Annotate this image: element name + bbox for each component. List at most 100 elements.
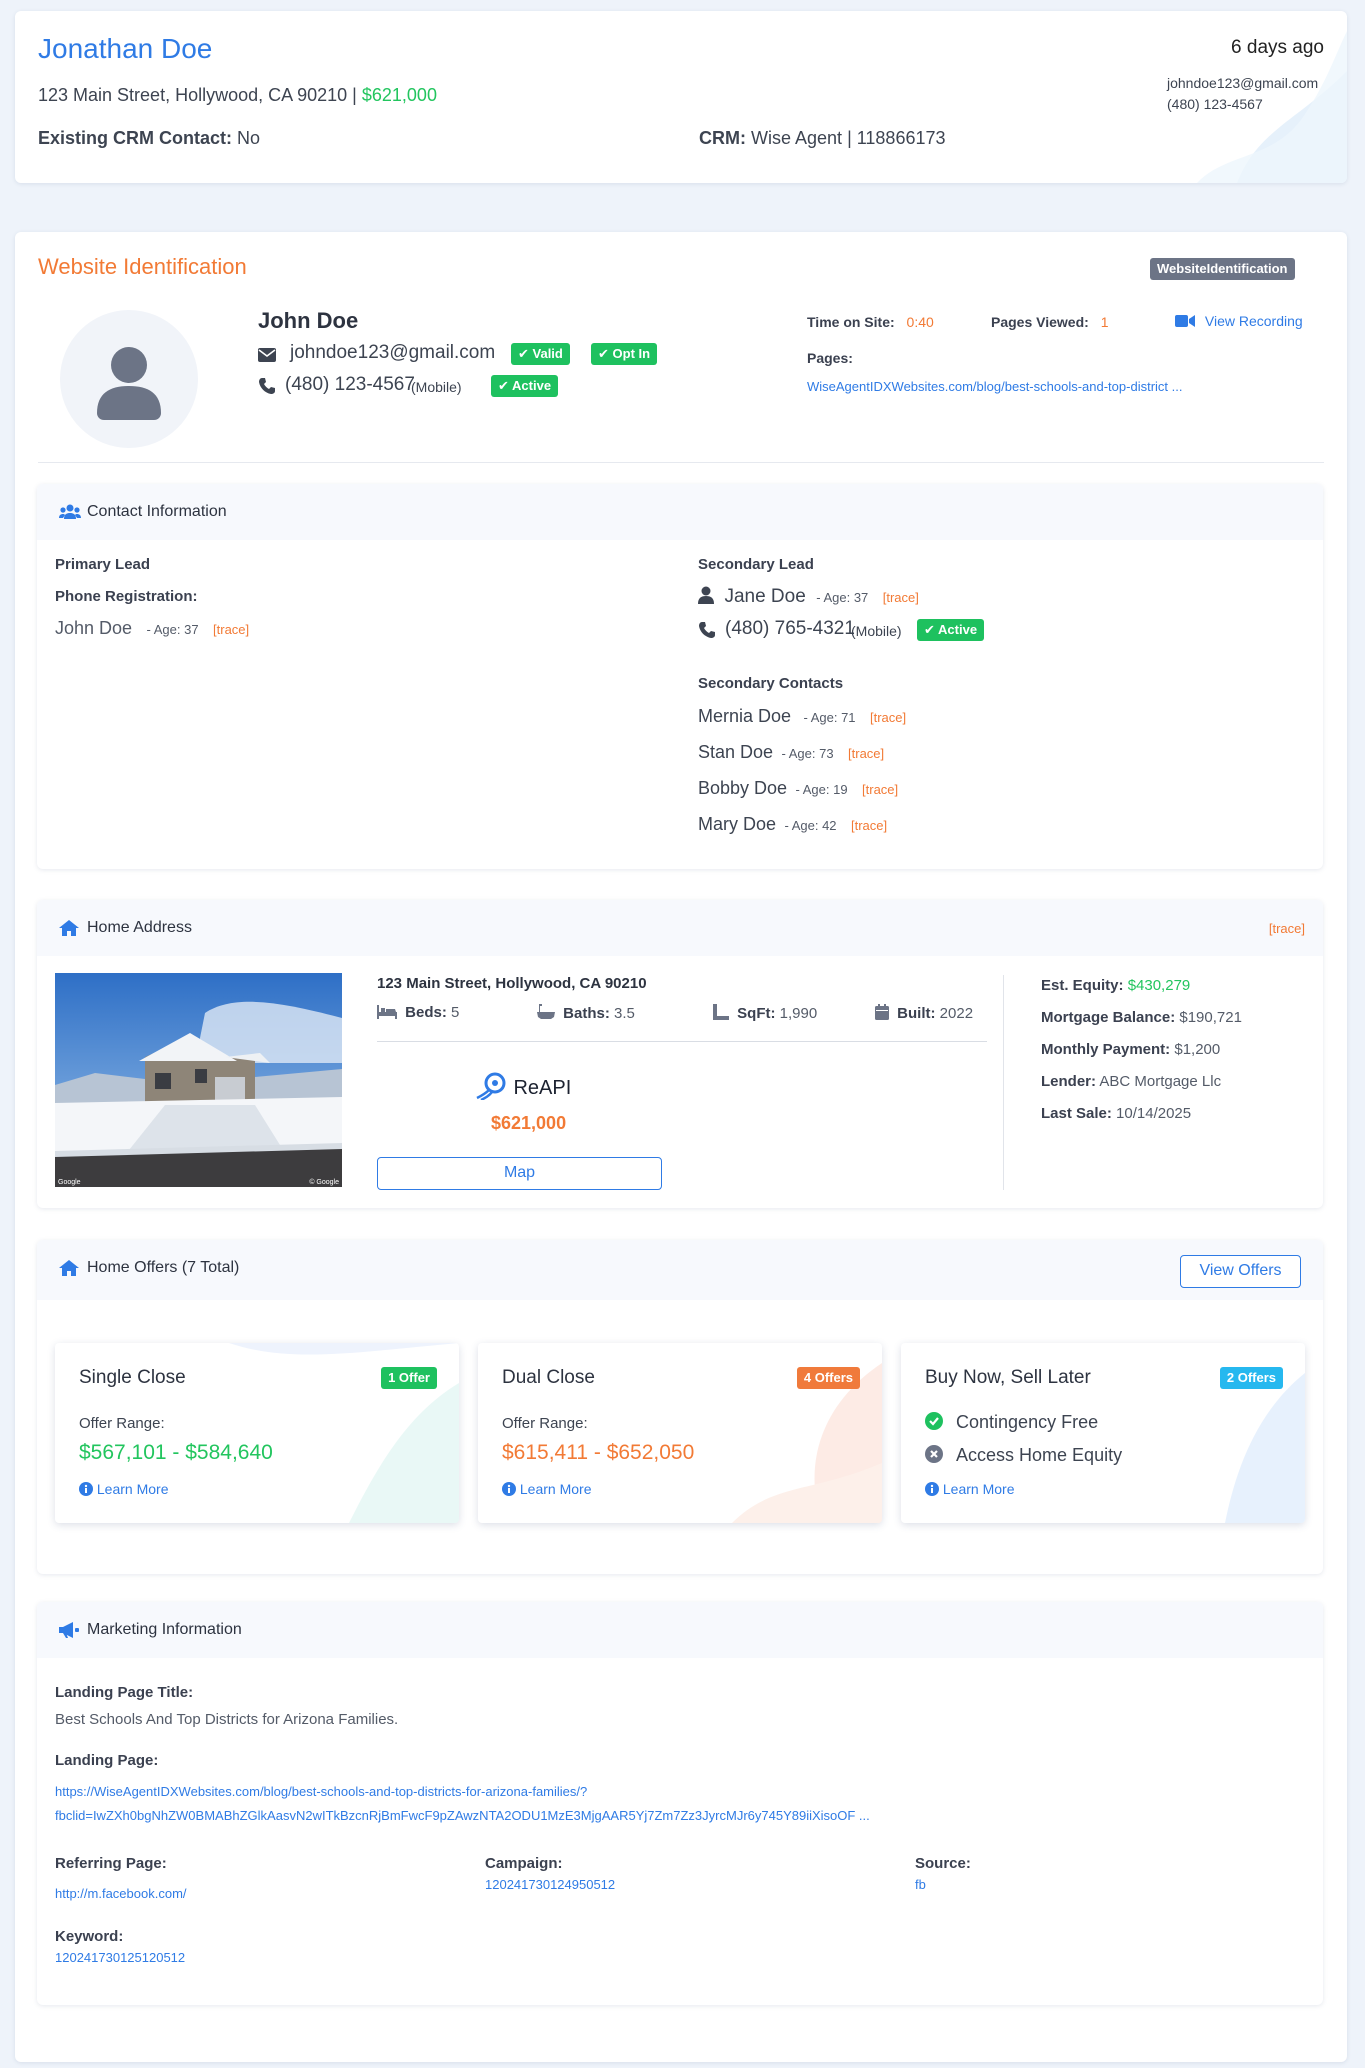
secondary-phone-type: (Mobile) bbox=[851, 623, 902, 639]
existing-crm-label: Existing CRM Contact: bbox=[38, 128, 233, 148]
trace-link[interactable]: [trace] bbox=[862, 782, 898, 797]
view-recording-link[interactable]: View Recording bbox=[1175, 313, 1303, 329]
info-icon bbox=[502, 1482, 516, 1496]
landing-page-label: Landing Page: bbox=[55, 1752, 159, 1769]
landing-page-title-label: Landing Page Title: bbox=[55, 1684, 194, 1701]
home-offers-header: Home Offers (7 Total) View Offers bbox=[37, 1240, 1323, 1300]
trace-link[interactable]: [trace] bbox=[848, 746, 884, 761]
phone-icon bbox=[699, 622, 715, 638]
learn-more-link[interactable]: Learn More bbox=[502, 1481, 591, 1497]
lead-name[interactable]: Jonathan Doe bbox=[38, 33, 212, 65]
secondary-contact-item: Mary Doe - Age: 42 [trace] bbox=[698, 814, 888, 834]
primary-lead-age: - Age: 37 bbox=[146, 622, 199, 637]
landing-page-url[interactable]: https://WiseAgentIDXWebsites.com/blog/be… bbox=[55, 1784, 587, 1799]
website-identification-title: Website Identification bbox=[38, 254, 247, 279]
marketing-information-header: Marketing Information bbox=[37, 1602, 1323, 1658]
monthly-payment: Monthly Payment: $1,200 bbox=[1041, 1041, 1221, 1058]
secondary-contact-item: Mernia Doe - Age: 71 [trace] bbox=[698, 706, 907, 726]
main-card: Website Identification WebsiteIdentifica… bbox=[15, 232, 1347, 2062]
secondary-phone[interactable]: (480) 765-4321 bbox=[725, 618, 855, 640]
divider bbox=[38, 462, 1324, 463]
feature-contingency-free: Contingency Free bbox=[925, 1412, 1098, 1433]
offer-card-single-close: Single Close 1 Offer Offer Range: $567,1… bbox=[55, 1343, 459, 1523]
contact-information-header: Contact Information bbox=[37, 484, 1323, 540]
street-view-photo[interactable]: Google © Google bbox=[55, 973, 342, 1187]
view-offers-button[interactable]: View Offers bbox=[1180, 1255, 1301, 1288]
identified-email-row: johndoe123@gmail.com ✔ Valid ✔ Opt In bbox=[258, 342, 758, 366]
user-silhouette-icon bbox=[97, 347, 161, 420]
source-value[interactable]: fb bbox=[915, 1877, 926, 1892]
opt-in-badge: ✔ Opt In bbox=[591, 343, 658, 365]
built-stat: Built: 2022 bbox=[875, 1004, 973, 1022]
map-button[interactable]: Map bbox=[377, 1157, 662, 1190]
offer-count-badge: 2 Offers bbox=[1219, 1367, 1283, 1389]
offer-count-badge: 1 Offer bbox=[381, 1367, 437, 1389]
pages-viewed: Pages Viewed: 1 bbox=[991, 314, 1109, 330]
lead-address: 123 Main Street, Hollywood, CA 90210 | bbox=[38, 85, 357, 105]
vertical-divider bbox=[1003, 975, 1004, 1190]
offer-range-label: Offer Range: bbox=[502, 1415, 588, 1432]
beds-stat: Beds: 5 bbox=[377, 1004, 459, 1021]
ruler-icon bbox=[713, 1004, 729, 1020]
bath-icon bbox=[537, 1004, 555, 1019]
primary-lead-row: John Doe - Age: 37 [trace] bbox=[55, 618, 249, 639]
trace-link[interactable]: [trace] bbox=[851, 818, 887, 833]
secondary-contact-item: Bobby Doe - Age: 19 [trace] bbox=[698, 778, 899, 798]
lead-price: $621,000 bbox=[361, 85, 437, 105]
trace-link[interactable]: [trace] bbox=[870, 710, 906, 725]
home-address-title: Home Address bbox=[87, 919, 192, 936]
est-equity: Est. Equity: $430,279 bbox=[1041, 977, 1191, 994]
secondary-trace-link[interactable]: [trace] bbox=[883, 590, 919, 605]
bed-icon bbox=[377, 1005, 397, 1019]
crm-value: Wise Agent | 118866173 bbox=[751, 128, 946, 148]
megaphone-icon bbox=[59, 1622, 79, 1638]
identified-person-name: John Doe bbox=[258, 308, 359, 333]
offer-card-title: Single Close bbox=[79, 1367, 186, 1388]
video-camera-icon bbox=[1175, 315, 1195, 327]
secondary-lead-row: Jane Doe - Age: 37 [trace] bbox=[698, 586, 919, 608]
secondary-lead-name: Jane Doe bbox=[724, 586, 806, 607]
home-icon bbox=[59, 920, 79, 936]
mortgage-balance: Mortgage Balance: $190,721 bbox=[1041, 1009, 1242, 1026]
offer-card-title: Dual Close bbox=[502, 1367, 595, 1388]
header-email[interactable]: johndoe123@gmail.com bbox=[1167, 75, 1318, 91]
avatar bbox=[60, 310, 198, 448]
pages-label: Pages: bbox=[807, 350, 853, 366]
secondary-contacts-label: Secondary Contacts bbox=[698, 675, 844, 692]
identified-email[interactable]: johndoe123@gmail.com bbox=[290, 342, 495, 364]
identified-phone-type: (Mobile) bbox=[411, 379, 462, 395]
secondary-lead-label: Secondary Lead bbox=[698, 556, 814, 573]
identified-phone[interactable]: (480) 123-4567 bbox=[285, 374, 415, 396]
phone-registration-label: Phone Registration: bbox=[55, 588, 198, 605]
primary-trace-link[interactable]: [trace] bbox=[213, 622, 249, 637]
check-circle-icon bbox=[925, 1412, 943, 1430]
offer-card-dual-close: Dual Close 4 Offers Offer Range: $615,41… bbox=[478, 1343, 882, 1523]
secondary-phone-row: (480) 765-4321 (Mobile) ✔ Active bbox=[698, 618, 1198, 644]
landing-page-url-continued[interactable]: fbclid=IwZXh0bgNhZW0BMABhZGlkAasvN2wITkB… bbox=[55, 1808, 870, 1823]
reapi-logo-icon bbox=[476, 1072, 506, 1102]
envelope-icon bbox=[258, 348, 276, 362]
time-ago: 6 days ago bbox=[1231, 37, 1324, 58]
existing-crm-value: No bbox=[237, 128, 261, 148]
calendar-icon bbox=[875, 1004, 889, 1020]
home-trace-link[interactable]: [trace] bbox=[1269, 921, 1305, 936]
offer-card-buy-now-sell-later: Buy Now, Sell Later 2 Offers Contingency… bbox=[901, 1343, 1305, 1523]
offer-range: $615,411 - $652,050 bbox=[502, 1441, 695, 1464]
house-photo bbox=[55, 973, 342, 1187]
page-url-link[interactable]: WiseAgentIDXWebsites.com/blog/best-schoo… bbox=[807, 379, 1182, 394]
primary-lead-name: John Doe bbox=[55, 618, 133, 638]
learn-more-link[interactable]: Learn More bbox=[79, 1481, 168, 1497]
header-phone[interactable]: (480) 123-4567 bbox=[1167, 96, 1263, 112]
valid-badge: ✔ Valid bbox=[511, 343, 570, 365]
home-icon bbox=[59, 1260, 79, 1276]
campaign-value[interactable]: 120241730124950512 bbox=[485, 1877, 615, 1892]
sqft-stat: SqFt: 1,990 bbox=[713, 1004, 817, 1022]
learn-more-link[interactable]: Learn More bbox=[925, 1481, 1014, 1497]
user-icon bbox=[698, 586, 714, 604]
offer-cards: Single Close 1 Offer Offer Range: $567,1… bbox=[55, 1343, 1305, 1523]
photo-copyright: © Google bbox=[309, 1179, 339, 1186]
home-address-header: Home Address [trace] bbox=[37, 900, 1323, 956]
keyword-value[interactable]: 120241730125120512 bbox=[55, 1950, 185, 1965]
referring-page-link[interactable]: http://m.facebook.com/ bbox=[55, 1886, 187, 1901]
reapi-label: ReAPI bbox=[513, 1077, 572, 1099]
